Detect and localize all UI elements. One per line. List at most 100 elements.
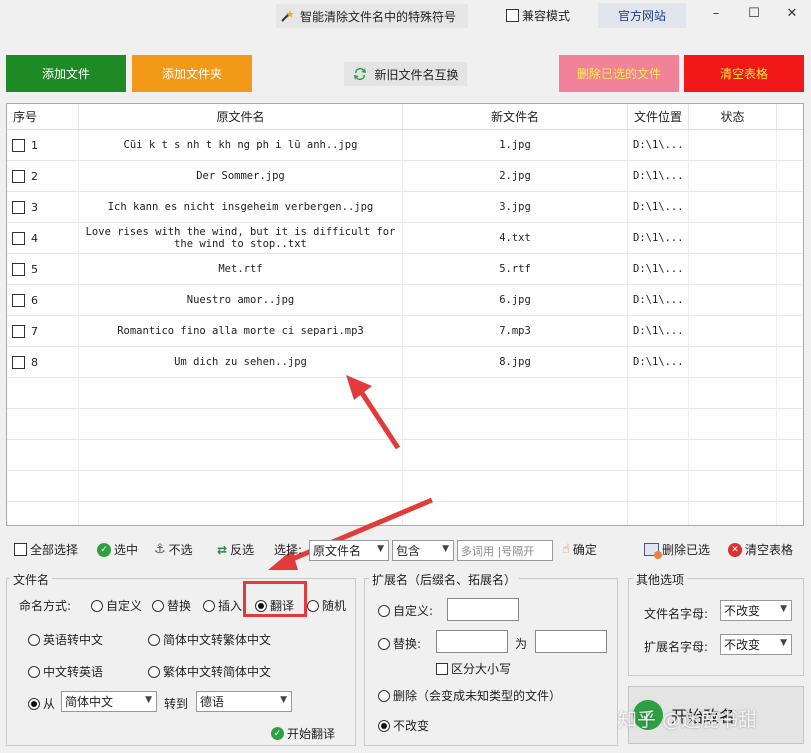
add-folder-button[interactable]: 添加文件夹 [132, 55, 252, 92]
empty-cell [403, 470, 628, 502]
ext-replace-from-input[interactable] [436, 630, 508, 653]
table-row[interactable]: 4 Love rises with the wind, but it is dif… [7, 222, 803, 254]
highlight-box [243, 581, 307, 617]
new-name-cell: 3.jpg [403, 191, 628, 223]
keyword-input[interactable]: 多词用 |号隔开 [457, 540, 553, 561]
tool-title[interactable]: 智能清除文件名中的特殊符号 [276, 4, 468, 28]
row-checkbox[interactable] [12, 355, 25, 369]
radio-circle[interactable] [28, 697, 40, 710]
checkbox-box[interactable] [506, 9, 519, 22]
confirm-button[interactable]: ☝ 确定 [562, 541, 597, 558]
row-checkbox[interactable] [12, 200, 25, 214]
website-button[interactable]: 官方网站 [598, 3, 686, 28]
header-index[interactable]: 序号 [7, 104, 79, 130]
swap-names-button[interactable]: 新旧文件名互换 [344, 62, 467, 86]
en-to-zh-radio[interactable]: 英语转中文 [28, 631, 103, 648]
file-table: 序号 原文件名 新文件名 文件位置 状态 1 Cũi k t s nh t kh … [6, 103, 804, 526]
row-checkbox[interactable] [12, 293, 25, 307]
row-index-cell: 2 [7, 160, 79, 192]
radio-circle[interactable] [148, 633, 160, 646]
select-all-checkbox[interactable]: 全部选择 [14, 541, 78, 558]
row-index: 5 [31, 262, 38, 276]
original-name-cell: Romantico fino alla morte ci separi.mp3 [79, 315, 403, 347]
minimize-button[interactable]: – [706, 6, 726, 22]
match-select[interactable]: 包含 ▼ [392, 540, 454, 561]
swap-icon [354, 68, 367, 80]
clear-table-small-button[interactable]: ✕ 清空表格 [728, 541, 793, 558]
checkbox-box[interactable] [436, 662, 448, 675]
radio-circle[interactable] [28, 633, 40, 646]
compat-mode-checkbox[interactable]: 兼容模式 [506, 7, 570, 24]
delete-selected-files-button[interactable]: 删除已选的文件 [559, 55, 679, 92]
header-new-name[interactable]: 新文件名 [403, 104, 628, 130]
row-checkbox[interactable] [12, 262, 25, 276]
header-status[interactable]: 状态 [689, 104, 777, 130]
row-checkbox[interactable] [12, 138, 25, 152]
radio-circle[interactable] [91, 599, 103, 612]
close-button[interactable]: ✕ [782, 6, 802, 22]
delete-checked-button[interactable]: 删除已选 [644, 541, 710, 559]
ext-custom-input[interactable] [447, 598, 519, 621]
row-checkbox[interactable] [12, 169, 25, 183]
status-cell [689, 191, 777, 223]
checkbox-box[interactable] [14, 543, 27, 556]
to-label: 转到 [164, 697, 189, 711]
mode-custom-radio[interactable]: 自定义 [91, 597, 142, 614]
extension-group-title: 扩展名（后缀名、拓展名） [369, 571, 520, 588]
radio-circle[interactable] [378, 604, 390, 617]
mode-random-radio[interactable]: 随机 [307, 597, 346, 614]
radio-circle[interactable] [307, 599, 319, 612]
table-row[interactable]: 8 Um dich zu sehen..jpg 8.jpg D:\1\... [7, 346, 803, 378]
radio-circle[interactable] [152, 599, 164, 612]
field-select[interactable]: 原文件名 ▼ [309, 540, 389, 561]
mode-replace-radio[interactable]: 替换 [152, 597, 191, 614]
radio-circle[interactable] [378, 719, 390, 732]
deselect-button[interactable]: ⚓ 不选 [154, 541, 193, 558]
radio-circle[interactable] [378, 689, 390, 702]
row-checkbox[interactable] [12, 231, 25, 245]
simp-to-trad-radio[interactable]: 简体中文转繁体中文 [148, 631, 271, 648]
to-language-select[interactable]: 德语 ▼ [196, 691, 292, 712]
original-name-cell: Nuestro amor..jpg [79, 284, 403, 316]
table-row[interactable]: 7 Romantico fino alla morte ci separi.mp3… [7, 315, 803, 347]
from-label: 从 [43, 697, 56, 711]
header-location[interactable]: 文件位置 [628, 104, 689, 130]
trad-to-simp-radio[interactable]: 繁体中文转简体中文 [148, 663, 271, 680]
row-checkbox[interactable] [12, 324, 25, 338]
location-cell: D:\1\... [628, 284, 689, 316]
table-row[interactable]: 5 Met.rtf 5.rtf D:\1\... [7, 253, 803, 285]
table-row[interactable]: 6 Nuestro amor..jpg 6.jpg D:\1\... [7, 284, 803, 316]
radio-circle[interactable] [203, 599, 215, 612]
header-original-name[interactable]: 原文件名 [79, 104, 403, 130]
from-radio[interactable]: 从 [28, 695, 55, 712]
ext-replace-to-input[interactable] [535, 630, 607, 653]
ext-custom-radio[interactable]: 自定义: [378, 602, 433, 619]
case-sensitive-checkbox[interactable]: 区分大小写 [436, 660, 511, 677]
maximize-button[interactable]: ☐ [744, 6, 764, 22]
invert-button[interactable]: ⇄ 反选 [217, 541, 254, 558]
radio-circle[interactable] [378, 637, 390, 650]
zh-to-en-label: 中文转英语 [43, 665, 104, 679]
from-language-select[interactable]: 简体中文 ▼ [61, 691, 157, 712]
location-cell: D:\1\... [628, 191, 689, 223]
clear-table-button[interactable]: 清空表格 [684, 55, 804, 92]
mode-insert-radio[interactable]: 插入 [203, 597, 242, 614]
filename-case-select[interactable]: 不改变 ▼ [720, 600, 792, 621]
empty-cell [628, 439, 689, 471]
ext-replace-radio[interactable]: 替换: [378, 635, 421, 652]
add-file-button[interactable]: 添加文件 [6, 55, 126, 92]
table-row[interactable]: 1 Cũi k t s nh t kh ng ph i lũ anh..jpg 1.… [7, 129, 803, 161]
empty-cell [79, 470, 403, 502]
zh-to-en-radio[interactable]: 中文转英语 [28, 663, 103, 680]
table-row[interactable]: 2 Der Sommer.jpg 2.jpg D:\1\... [7, 160, 803, 192]
radio-circle[interactable] [28, 665, 40, 678]
start-translate-button[interactable]: ✓ 开始翻译 [271, 725, 335, 742]
select-button[interactable]: ✓ 选中 [97, 541, 138, 558]
radio-circle[interactable] [148, 665, 160, 678]
ext-no-change-radio[interactable]: 不改变 [378, 717, 429, 734]
ext-case-select[interactable]: 不改变 ▼ [720, 634, 792, 655]
new-name-cell: 5.rtf [403, 253, 628, 285]
ext-delete-radio[interactable]: 删除（会变成未知类型的文件） [378, 687, 561, 704]
confirm-label: 确定 [572, 543, 597, 557]
table-row[interactable]: 3 Ich kann es nicht insgeheim verbergen..… [7, 191, 803, 223]
